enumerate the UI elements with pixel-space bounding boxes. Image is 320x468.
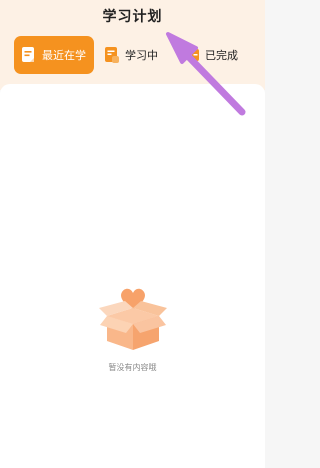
- annotation-arrow-icon: [166, 32, 246, 116]
